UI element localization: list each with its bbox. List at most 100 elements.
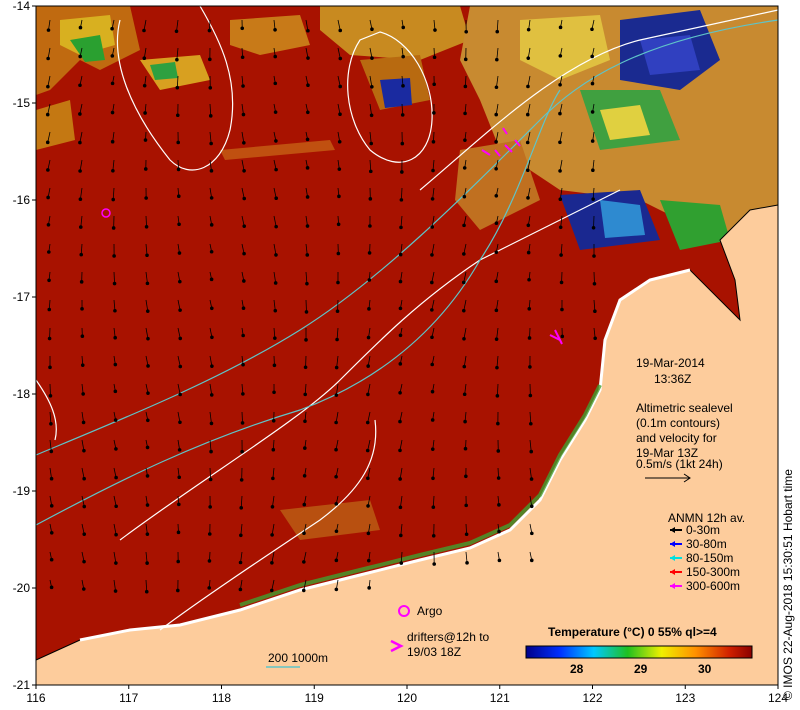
velocity-arrow-head [174,29,179,34]
velocity-arrow-head [494,337,499,341]
velocity-arrow-head [112,281,117,286]
velocity-arrow-head [433,28,437,32]
velocity-arrow-head [591,168,595,173]
velocity-arrow-head [462,392,467,397]
velocity-arrow-head [337,139,342,144]
colorbar-tick: 29 [634,662,648,676]
velocity-arrow-head [593,309,597,314]
velocity-arrow-head [48,365,52,370]
velocity-arrow-head [527,307,532,311]
velocity-arrow-head [366,504,370,508]
velocity-arrow-head [560,334,565,339]
velocity-arrow-head [113,389,118,394]
x-tick-label: 116 [26,691,45,705]
velocity-arrow-head [370,56,374,60]
velocity-arrow-head [465,561,469,565]
velocity-arrow-head [398,252,403,257]
velocity-arrow-head [175,113,180,118]
velocity-arrow-head [241,392,245,396]
velocity-arrow-head [495,57,499,62]
altimetry-line: 0.5m/s (1kt 24h) [636,457,723,471]
velocity-arrow-head [48,393,53,398]
velocity-arrow-head [432,55,437,60]
velocity-arrow-head [79,280,84,284]
velocity-arrow-head [49,585,54,590]
velocity-arrow-head [242,168,246,173]
velocity-arrow-head [334,365,339,370]
velocity-arrow-head [496,449,501,453]
velocity-arrow-head [494,221,499,226]
velocity-arrow-head [463,57,468,62]
velocity-arrow-head [113,335,117,340]
velocity-arrow-head [273,81,278,86]
altimetry-line: (0.1m contours) [636,416,720,430]
velocity-arrow-head [114,504,118,509]
velocity-arrow-head [369,141,374,146]
velocity-arrow-head [210,364,214,368]
y-tick-label: -20 [13,581,31,595]
velocity-arrow-head [526,250,531,255]
velocity-arrow-head [78,140,82,145]
velocity-arrow-head [241,84,245,88]
velocity-arrow-head [78,83,82,88]
velocity-arrow-head [463,84,468,89]
velocity-arrow-head [78,54,82,59]
velocity-arrow-head [178,364,183,369]
time-label: 13:36Z [654,372,691,386]
velocity-arrow-head [303,446,307,450]
velocity-arrow-head [46,28,51,32]
velocity-arrow-head [113,362,118,367]
velocity-arrow-head [82,476,86,481]
velocity-arrow-head [110,54,115,58]
velocity-arrow-head [45,140,50,145]
velocity-arrow-head [208,57,212,62]
velocity-arrow-head [46,84,50,89]
y-tick-label: -21 [13,678,31,692]
x-tick-label: 117 [119,691,138,705]
velocity-arrow-head [559,280,564,285]
velocity-arrow-head [176,559,180,564]
velocity-arrow-head [368,224,372,228]
x-tick-label: 118 [212,691,231,705]
velocity-arrow-head [432,562,436,566]
velocity-arrow-head [337,167,342,171]
velocity-arrow-head [430,197,435,201]
velocity-arrow-head [430,225,435,229]
velocity-arrow-head [145,474,150,478]
velocity-arrow-head [463,446,468,451]
velocity-arrow-head [207,28,212,33]
velocity-arrow-head [590,110,595,114]
velocity-arrow-head [338,56,343,61]
velocity-arrow-head [529,477,534,481]
velocity-arrow-head [239,506,244,510]
velocity-arrow-head [336,280,340,285]
velocity-arrow-head [558,54,563,58]
velocity-arrow-head [177,502,181,507]
velocity-arrow-head [366,364,370,368]
x-tick-label: 121 [490,691,510,705]
velocity-arrow-head [144,196,148,200]
velocity-arrow-head [494,139,498,144]
velocity-arrow-head [302,474,307,478]
velocity-arrow-head [591,225,596,230]
anmn-label: 30-80m [686,537,727,551]
velocity-arrow-head [242,140,246,145]
velocity-arrow-head [527,277,531,282]
velocity-arrow-head [337,194,341,199]
velocity-arrow-head [334,529,339,534]
velocity-arrow-head [593,336,597,341]
x-tick-label: 120 [397,691,417,705]
colorbar-tick: 28 [570,662,584,676]
velocity-arrow-head [274,139,278,143]
velocity-arrow-head [369,113,374,118]
velocity-arrow-head [238,560,243,565]
x-tick-label: 123 [675,691,695,705]
velocity-arrow-head [370,27,374,32]
velocity-arrow-head [240,421,245,425]
velocity-arrow-head [145,309,150,313]
velocity-arrow-head [526,84,530,89]
velocity-arrow-head [367,251,372,255]
velocity-arrow-head [272,363,277,368]
velocity-arrow-head [431,140,436,144]
velocity-arrow-head [270,533,274,537]
